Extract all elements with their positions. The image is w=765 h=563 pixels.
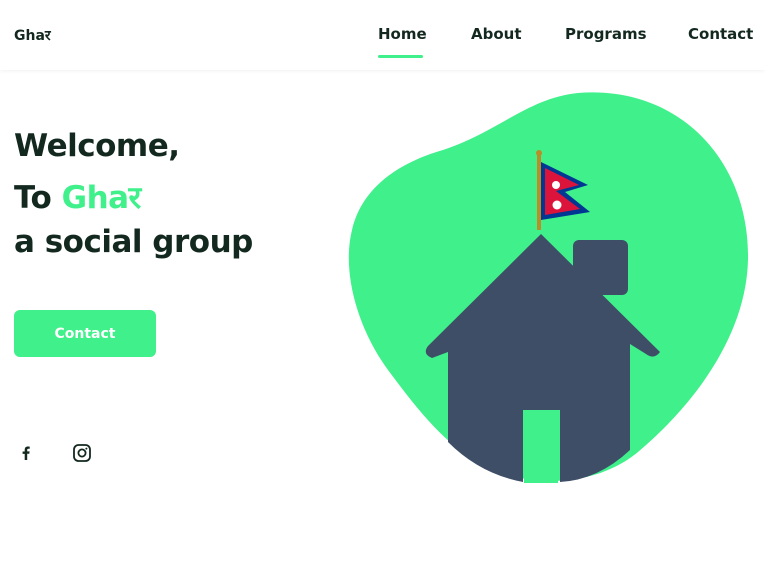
flag-pole [537, 152, 541, 230]
site-logo[interactable]: Ghaर [14, 26, 51, 45]
hero-brand-line: To Ghaर [14, 176, 141, 218]
site-header: Ghaर Home About Programs Contact [0, 0, 765, 70]
hero-brand-name: Ghaर [61, 180, 142, 216]
active-nav-indicator [378, 55, 423, 58]
house-door [524, 413, 558, 483]
hero-illustration [348, 90, 752, 484]
nav-home-link[interactable]: Home [378, 25, 427, 43]
nav-contact-link[interactable]: Contact [688, 25, 753, 43]
hero-tagline: a social group [14, 224, 253, 260]
instagram-icon[interactable] [70, 441, 94, 465]
nav-programs-link[interactable]: Programs [565, 25, 647, 43]
nav-about-link[interactable]: About [471, 25, 522, 43]
contact-button[interactable]: Contact [14, 310, 156, 357]
hero-welcome: Welcome, [14, 128, 180, 164]
hero-to-text: To [14, 180, 62, 216]
facebook-icon[interactable] [14, 441, 38, 465]
